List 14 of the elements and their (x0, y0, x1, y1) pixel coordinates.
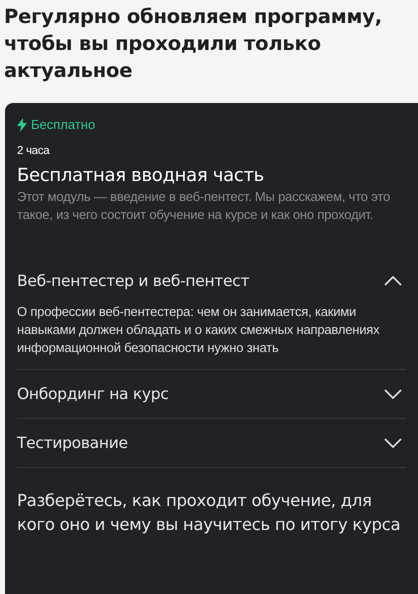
free-label: Бесплатно (31, 116, 96, 134)
module-description: Этот модуль — введение в веб-пентест. Мы расскажем, что это такое, из чего состоит обучение на курсе и как оно проходит. (17, 188, 392, 224)
topic-description: О профессии веб-пентестера: чем он занимается, какими навыками должен обладать и о каких смежных направлениях информационной безопасности нужно знать (17, 303, 380, 357)
duration-label: 2 часа (17, 144, 51, 158)
module-title: Бесплатная вводная часть (17, 164, 265, 188)
topic-title[interactable]: Веб-пентестер и веб-пентест (17, 270, 250, 292)
section-heading: Регулярно обновляем программу, чтобы вы проходили только актуальное (4, 4, 383, 84)
topic-title[interactable]: Тестирование (17, 432, 128, 454)
topic-title[interactable]: Онбординг на курс (17, 383, 169, 405)
chevron-down-icon[interactable] (384, 389, 402, 399)
chevron-up-icon[interactable] (384, 276, 402, 286)
lightning-icon (17, 118, 27, 132)
chevron-down-icon[interactable] (384, 438, 402, 448)
module-summary: Разберётесь, как проходит обучение, для кого оно и чему вы научитесь по итогу курса (17, 490, 402, 536)
